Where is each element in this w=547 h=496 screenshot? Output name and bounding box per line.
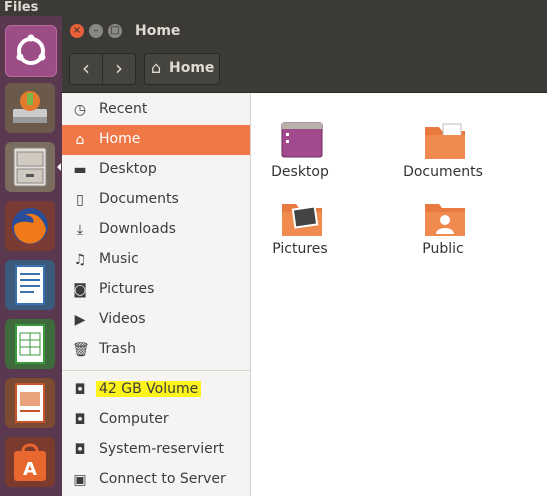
svg-text:A: A: [23, 459, 37, 480]
sidebar-item-pictures[interactable]: ◙ Pictures: [62, 275, 250, 305]
file-cabinet-icon: [13, 147, 47, 187]
public-folder-icon: [425, 204, 465, 236]
sidebar-item-label: Music: [99, 251, 139, 267]
sidebar-item-label: Desktop: [99, 161, 157, 177]
firefox-button[interactable]: [5, 201, 55, 251]
writer-button[interactable]: [5, 260, 55, 310]
sidebar-item-trash[interactable]: 🗑 Trash: [62, 335, 250, 365]
ubuntu-dash-button[interactable]: [5, 25, 57, 77]
sidebar-item-label: System-reserviert: [99, 441, 225, 457]
sidebar-item-computer[interactable]: ◘ Computer: [62, 405, 250, 435]
sidebar-item-label: Pictures: [99, 281, 155, 297]
disk-utility-button[interactable]: [5, 83, 55, 133]
video-icon: ▶: [74, 312, 86, 328]
sidebar-item-label: Home: [99, 131, 141, 147]
sidebar-item-label: Connect to Server: [99, 471, 226, 487]
sidebar-item-label: Trash: [99, 341, 136, 357]
sidebar-item-downloads[interactable]: ⤓ Downloads: [62, 215, 250, 245]
server-icon: ▣: [73, 472, 87, 488]
firefox-icon: [12, 208, 48, 244]
toolbar: ‹ › ⌂ Home: [62, 46, 547, 93]
sidebar-separator: [62, 370, 250, 371]
file-view: Desktop Documents Pictures Public: [251, 93, 547, 496]
forward-button[interactable]: ›: [103, 54, 135, 84]
sidebar: ◷ Recent ⌂ Home ▬ Desktop ▯ Documents ⤓ …: [62, 93, 251, 496]
sidebar-item-home[interactable]: ⌂ Home: [62, 125, 250, 155]
sidebar-item-label: Documents: [99, 191, 179, 207]
sidebar-item-42gb-volume[interactable]: ◘ 42 GB Volume: [62, 375, 250, 405]
location-home-button[interactable]: ⌂ Home: [144, 53, 220, 85]
top-panel: Files: [0, 0, 547, 16]
sidebar-item-label: Computer: [99, 411, 169, 427]
clock-icon: ◷: [73, 102, 87, 118]
sidebar-item-music[interactable]: ♫ Music: [62, 245, 250, 275]
disk-utility-icon: [13, 91, 47, 123]
title-bar: × – □ Home: [62, 16, 547, 46]
folder-documents[interactable]: Documents: [393, 121, 493, 191]
sidebar-item-system-reserviert[interactable]: ◘ System-reserviert: [62, 435, 250, 465]
sidebar-item-label: Downloads: [99, 221, 176, 237]
desktop-icon: ▬: [73, 162, 87, 178]
calc-button[interactable]: [5, 319, 55, 369]
impress-icon: [15, 383, 45, 423]
ubuntu-logo-icon: [16, 34, 46, 65]
music-icon: ♫: [73, 252, 87, 268]
sidebar-item-recent[interactable]: ◷ Recent: [62, 95, 250, 125]
documents-folder-icon: [425, 123, 465, 159]
pictures-folder-icon: [282, 204, 322, 236]
back-button[interactable]: ‹: [70, 54, 103, 84]
drive-icon: ◘: [74, 412, 86, 428]
chevron-left-icon: ‹: [82, 56, 90, 80]
app-title: Files: [4, 0, 39, 15]
camera-icon: ◙: [73, 282, 87, 298]
document-icon: ▯: [76, 192, 84, 208]
folder-label: Pictures: [272, 241, 328, 257]
minimize-button[interactable]: –: [89, 24, 103, 38]
sidebar-item-label: Recent: [99, 101, 148, 117]
writer-icon: [15, 265, 45, 305]
maximize-button[interactable]: □: [108, 24, 122, 38]
calc-icon: [15, 324, 45, 364]
drive-icon: ◘: [74, 382, 86, 398]
maximize-icon: □: [110, 25, 120, 36]
minimize-icon: –: [93, 25, 99, 36]
active-pip-icon: [57, 163, 61, 171]
window-title: Home: [135, 23, 181, 39]
software-center-button[interactable]: A: [5, 437, 55, 487]
sidebar-item-desktop[interactable]: ▬ Desktop: [62, 155, 250, 185]
download-icon: ⤓: [76, 222, 84, 238]
sidebar-item-documents[interactable]: ▯ Documents: [62, 185, 250, 215]
files-button[interactable]: [5, 142, 55, 192]
location-label: Home: [169, 60, 215, 76]
chevron-right-icon: ›: [115, 56, 123, 80]
folder-pictures[interactable]: Pictures: [250, 198, 350, 268]
close-button[interactable]: ×: [70, 24, 84, 38]
nav-buttons: ‹ ›: [69, 53, 136, 85]
launcher: A: [0, 16, 62, 496]
drive-icon: ◘: [74, 442, 86, 458]
trash-icon: 🗑: [72, 342, 90, 358]
sidebar-item-label: Videos: [99, 311, 146, 327]
folder-label: Public: [422, 241, 464, 257]
sidebar-item-videos[interactable]: ▶ Videos: [62, 305, 250, 335]
files-window: × – □ Home ‹ › ⌂ Home ◷ Recent ⌂ Home ▬ …: [62, 16, 547, 496]
folder-desktop[interactable]: Desktop: [250, 121, 350, 191]
home-icon: ⌂: [75, 132, 85, 148]
sidebar-item-connect-to-server[interactable]: ▣ Connect to Server: [62, 465, 250, 495]
close-icon: ×: [72, 25, 82, 36]
sidebar-item-label: 42 GB Volume: [96, 381, 202, 397]
folder-public[interactable]: Public: [393, 198, 493, 268]
folder-label: Documents: [403, 164, 483, 180]
folder-label: Desktop: [271, 164, 329, 180]
impress-button[interactable]: [5, 378, 55, 428]
home-icon: ⌂: [151, 58, 162, 77]
shopping-bag-icon: A: [14, 443, 46, 481]
desktop-folder-icon: [281, 122, 323, 158]
